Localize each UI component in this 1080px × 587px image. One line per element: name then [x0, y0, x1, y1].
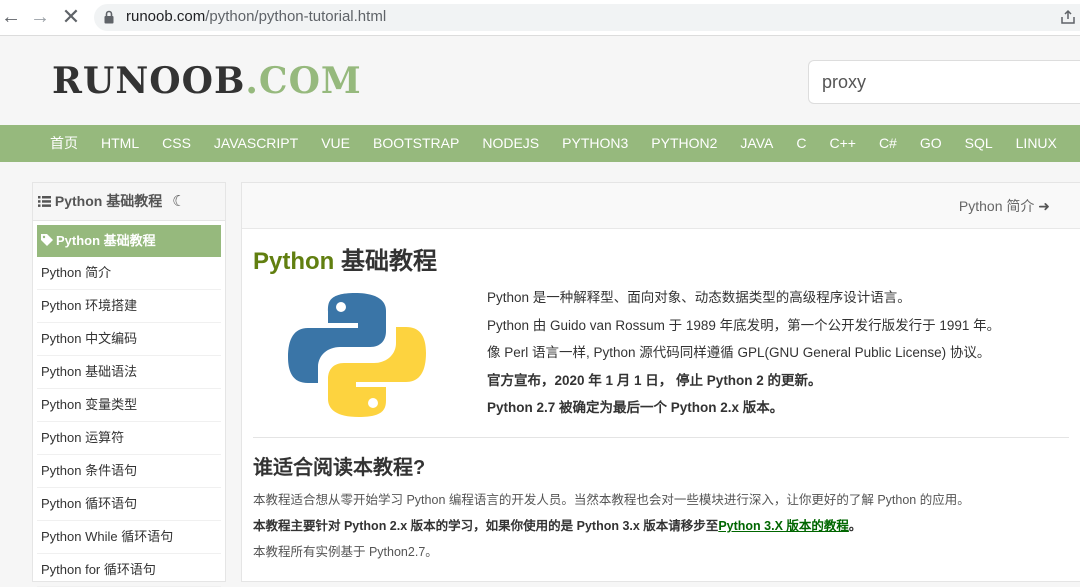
logo-dot: .	[245, 60, 259, 102]
moon-icon[interactable]: ☾	[172, 183, 185, 220]
sidebar-item[interactable]: Python 运算符	[37, 422, 221, 455]
paragraph-text: 本教程主要针对 Python 2.x 版本的学习，如果你使用的是 Python …	[253, 519, 719, 533]
list-icon	[38, 196, 51, 207]
intro-line: Python 2.7 被确定为最后一个 Python 2.x 版本。	[487, 400, 784, 415]
sidebar-item-label: Python While 循环语句	[41, 529, 174, 544]
sidebar-item[interactable]: Python for 循环语句	[37, 554, 221, 587]
main-content: Python 简介 ➜ Python 基础教程 Python 是一种解释型、面向…	[241, 182, 1080, 582]
sidebar-item[interactable]: Python 中文编码	[37, 323, 221, 356]
paragraph: 本教程所有实例基于 Python2.7。	[253, 545, 438, 559]
next-page-label: Python 简介	[958, 198, 1035, 214]
arrow-left-icon[interactable]: ←	[0, 6, 22, 28]
logo-main: RUNOOB	[52, 60, 246, 102]
nav-item-linux[interactable]: LINUX	[1016, 125, 1057, 162]
share-icon[interactable]	[1060, 9, 1076, 25]
main-nav: 首页 HTML CSS JAVASCRIPT VUE BOOTSTRAP NODEJS PYT…	[0, 125, 1080, 162]
nav-item-python3[interactable]: PYTHON3	[562, 125, 628, 162]
section-body: 本教程适合想从零开始学习 Python 编程语言的开发人员。当然本教程也会对一些…	[253, 487, 970, 565]
intro-line: 官方宣布，2020 年 1 月 1 日， 停止 Python 2 的更新。	[487, 372, 822, 388]
sidebar-item[interactable]: Python 环境搭建	[37, 290, 221, 323]
sidebar-title: Python 基础教程	[54, 193, 163, 209]
nav-item-home[interactable]: 首页	[50, 125, 78, 162]
next-page-link[interactable]: Python 简介 ➜	[959, 196, 1050, 216]
paragraph: 本教程主要针对 Python 2.x 版本的学习，如果你使用的是 Python …	[253, 513, 970, 539]
url-host: runoob.com	[126, 8, 206, 25]
python-logo-icon	[288, 293, 426, 417]
stop-loading-icon[interactable]: ✕	[60, 6, 82, 28]
intro-line: 像 Perl 语言一样, Python 源代码同样遵循 GPL(GNU Gene…	[487, 345, 991, 360]
logo-com: COM	[258, 60, 362, 102]
intro-text: Python 是一种解释型、面向对象、动态数据类型的高级程序设计语言。 Pyth…	[487, 284, 1000, 422]
nav-item-c[interactable]: C	[796, 125, 806, 162]
arrow-right-icon[interactable]: →	[29, 6, 51, 28]
sidebar-list: Python 基础教程 Python 简介 Python 环境搭建 Python 中文…	[33, 221, 225, 587]
sidebar-item-label: Python 循环语句	[41, 496, 138, 511]
sidebar-item-label: Python 运算符	[41, 430, 125, 445]
intro-line: Python 是一种解释型、面向对象、动态数据类型的高级程序设计语言。	[487, 290, 911, 305]
arrow-right-icon: ➜	[1038, 198, 1050, 214]
nav-item-nodejs[interactable]: NODEJS	[482, 125, 539, 162]
nav-item-bootstrap[interactable]: BOOTSTRAP	[373, 125, 459, 162]
sidebar: Python 基础教程 ☾ Python 基础教程 Python 简介 Python…	[32, 182, 226, 587]
section-title: 谁适合阅读本教程?	[253, 457, 426, 479]
search-input[interactable]	[808, 60, 1080, 104]
sidebar-item[interactable]: Python While 循环语句	[37, 521, 221, 554]
content-top-bar: Python 简介 ➜	[242, 183, 1080, 229]
page-title: Python 基础教程	[253, 241, 437, 276]
sidebar-header: Python 基础教程 ☾	[33, 183, 225, 221]
sidebar-item[interactable]: Python 基础语法	[37, 356, 221, 389]
sidebar-item-label: Python 简介	[41, 265, 112, 280]
sidebar-item[interactable]: Python 基础教程	[37, 225, 221, 257]
url-text[interactable]: runoob.com/python/python-tutorial.html	[126, 8, 386, 25]
site-logo[interactable]: RUNOOB.COM	[52, 60, 362, 102]
url-path: /python/python-tutorial.html	[205, 8, 387, 25]
sidebar-item-label: Python 环境搭建	[41, 298, 138, 313]
paragraph: 本教程适合想从零开始学习 Python 编程语言的开发人员。当然本教程也会对一些…	[253, 493, 970, 507]
lock-icon	[104, 10, 114, 24]
nav-item-java[interactable]: JAVA	[740, 125, 773, 162]
page-title-python: Python	[253, 248, 335, 275]
paragraph-end: 。	[848, 519, 862, 533]
sidebar-item[interactable]: Python 条件语句	[37, 455, 221, 488]
sidebar-item[interactable]: Python 简介	[37, 257, 221, 290]
nav-item-cpp[interactable]: C++	[829, 125, 855, 162]
sidebar-item-label: Python 基础语法	[41, 364, 138, 379]
sidebar-item-label: Python 条件语句	[41, 463, 138, 478]
intro-line: Python 由 Guido van Rossum 于 1989 年底发明，第一…	[487, 317, 1001, 333]
sidebar-item-label: Python 变量类型	[41, 397, 138, 412]
browser-toolbar: ← → ✕ runoob.com/python/python-tutorial.…	[0, 0, 1080, 36]
sidebar-item-label: Python 中文编码	[41, 331, 138, 346]
nav-item-go[interactable]: GO	[920, 125, 942, 162]
site-header: RUNOOB.COM	[0, 36, 1080, 124]
nav-item-javascript[interactable]: JAVASCRIPT	[214, 125, 298, 162]
nav-item-sql[interactable]: SQL	[965, 125, 993, 162]
nav-item-html[interactable]: HTML	[101, 125, 139, 162]
divider	[253, 437, 1069, 438]
python3-tutorial-link[interactable]: Python 3.X 版本的教程	[718, 519, 849, 533]
sidebar-item[interactable]: Python 变量类型	[37, 389, 221, 422]
nav-item-css[interactable]: CSS	[162, 125, 191, 162]
tag-icon	[41, 233, 56, 248]
sidebar-item-label: Python 基础教程	[56, 233, 156, 248]
nav-item-vue[interactable]: VUE	[321, 125, 350, 162]
address-bar[interactable]: runoob.com/python/python-tutorial.html	[94, 4, 1080, 31]
sidebar-item[interactable]: Python 循环语句	[37, 488, 221, 521]
nav-item-python2[interactable]: PYTHON2	[651, 125, 717, 162]
nav-item-csharp[interactable]: C#	[879, 125, 897, 162]
page-title-rest: 基础教程	[334, 248, 437, 275]
